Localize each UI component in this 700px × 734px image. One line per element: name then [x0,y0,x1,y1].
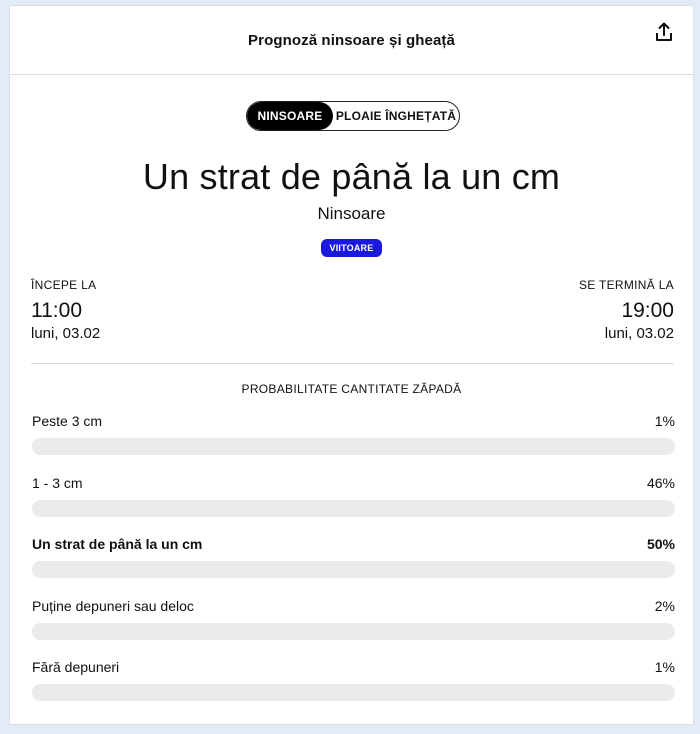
probability-heading: PROBABILITATE CANTITATE ZĂPADĂ [241,382,462,396]
probability-bar [32,684,675,701]
probability-bar [32,499,675,517]
start-label: ÎNCEPE LA [31,278,97,292]
probability-bar [32,561,675,578]
probability-bar-fill [32,499,328,517]
probability-label: 1 - 3 cm [32,474,83,491]
page-title: Prognoză ninsoare și gheață [248,31,455,49]
probability-bar-fill [32,438,39,455]
probability-bar-fill [32,561,354,578]
probability-bar [32,438,675,455]
start-time-block: ÎNCEPE LA 11:00 luni, 03.02 [31,278,100,342]
probability-item: Un strat de până la un cm 50% [32,534,675,596]
probability-item: Fără depuneri 1% [32,657,675,719]
end-label: SE TERMINĂ LA [578,278,674,292]
end-time: 19:00 [621,299,674,322]
probability-percent: 46% [646,474,675,491]
probability-bar [32,622,675,640]
start-date: luni, 03.02 [31,325,101,342]
header: Prognoză ninsoare și gheață [10,6,693,75]
toggle-option-freezing-rain[interactable]: PLOAIE ÎNGHEȚATĂ [333,102,459,130]
divider [31,363,674,364]
share-button[interactable] [653,20,675,44]
toggle-option-snow[interactable]: NINSOARE [247,102,333,130]
status-badge: VIITOARE [320,239,383,257]
end-time-block: SE TERMINĂ LA 19:00 luni, 03.02 [579,278,674,342]
precipitation-type-toggle: NINSOARE PLOAIE ÎNGHEȚATĂ [246,101,460,131]
start-time: 11:00 [31,299,82,322]
forecast-title: Un strat de până la un cm [142,156,561,197]
probability-label: Puține depuneri sau deloc [32,597,194,614]
probability-item: Puține depuneri sau deloc 2% [32,596,675,658]
probability-percent: 50% [646,536,675,552]
probability-bar-fill [32,622,45,640]
probability-percent: 1% [654,659,675,675]
probability-label: Un strat de până la un cm [32,536,203,552]
probability-label: Fără depuneri [32,659,120,675]
probability-label: Peste 3 cm [32,413,103,429]
probability-item: Peste 3 cm 1% [32,411,675,473]
forecast-type: Ninsoare [317,204,386,223]
probability-item: 1 - 3 cm 46% [32,473,675,535]
end-date: luni, 03.02 [604,325,674,342]
probability-percent: 1% [654,413,675,429]
probability-bar-fill [32,684,39,701]
probability-percent: 2% [654,597,675,614]
share-icon [656,22,672,41]
snow-forecast-card: Prognoză ninsoare și gheață NINSOARE PLO… [9,5,694,725]
probability-list: Peste 3 cm 1% 1 - 3 cm 46% Un strat de p… [32,411,675,719]
